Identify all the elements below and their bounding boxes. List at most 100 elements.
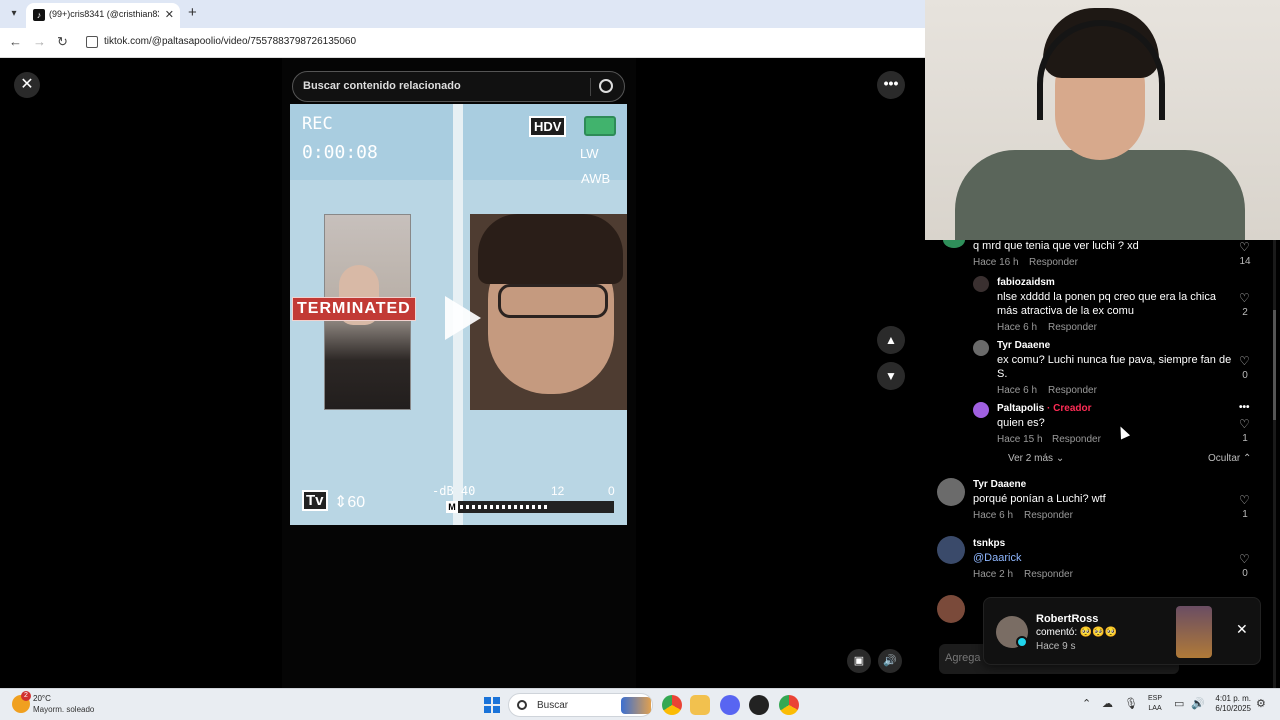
floating-player-icon[interactable]: ▣ [847,649,871,673]
comment-text: quien es? [997,417,1045,429]
add-comment-placeholder: Agrega [945,652,981,664]
taskbar-search-label: Buscar [537,700,569,711]
taskbar-search[interactable]: Buscar [508,693,653,717]
weather-temp[interactable]: 20°C [33,694,51,703]
avatar[interactable] [973,402,989,418]
heart-icon[interactable]: ♡ [1239,292,1251,304]
avatar[interactable] [937,595,965,623]
comment-notification[interactable]: RobertRoss comentó: 🥺🥺🥺 Hace 9 s ✕ [983,597,1261,665]
onedrive-icon[interactable]: ☁ [1102,697,1113,710]
forward-arrow-icon[interactable]: → [33,34,46,49]
comment-mention[interactable]: @Daarick [973,551,1021,565]
avatar[interactable] [973,340,989,356]
network-icon[interactable]: ▭ [1174,697,1184,710]
reload-icon[interactable]: ↻ [57,34,68,50]
meter-m-label: M [446,501,458,513]
db-label: -dB 40 [432,484,476,498]
obs-icon[interactable] [749,695,769,715]
chrome-icon[interactable] [662,695,682,715]
avatar[interactable] [937,478,965,506]
like-count: 2 [1242,307,1248,318]
iso-arrows-icon: ⇕ [334,494,348,511]
notification-author: RobertRoss [1036,613,1099,625]
video-frame[interactable]: REC 0:00:08 HDV LW AWB TERMINATED Tv ⇕60… [290,104,627,525]
reply-button[interactable]: Responder [1048,385,1097,396]
back-arrow-icon[interactable]: ← [9,34,22,49]
url-text[interactable]: tiktok.com/@paltasapoolio/video/75578837… [104,36,356,47]
meter-end-label: 0 [608,484,615,498]
volume-icon[interactable]: 🔊 [878,649,902,673]
search-divider [590,78,591,96]
notification-time: Hace 9 s [1036,641,1076,652]
tab-list-chevron-icon[interactable]: ▾ [6,6,22,22]
avatar[interactable] [937,536,965,564]
clock[interactable]: 4:01 p. m. 6/10/2025 [1211,694,1251,714]
comment-author[interactable]: fabiozaidsm [997,277,1055,288]
language-bottom: LAA [1148,705,1162,712]
right-photo [470,214,627,410]
comment-author[interactable]: Paltapolis [997,403,1044,414]
comment-time: Hace 6 h [997,385,1038,396]
comment-text: porqué ponían a Luchi? wtf [973,493,1106,505]
discord-icon[interactable] [720,695,740,715]
tray-chevron-up-icon[interactable]: ⌃ [1082,697,1091,710]
comment-text: q mrd que tenia que ver luchi ? xd [973,240,1139,252]
speaker-icon[interactable]: 🔊 [1191,697,1205,710]
language-indicator[interactable]: ESP LAA [1148,694,1162,714]
comment-more-icon[interactable]: ••• [1239,402,1251,414]
terminated-stamp: TERMINATED [292,297,416,321]
search-icon[interactable] [599,79,613,93]
search-highlight-image [621,697,651,714]
close-viewer-icon[interactable]: ✕ [14,72,40,98]
chevron-down-icon[interactable]: ▼ [877,362,905,390]
hide-replies[interactable]: Ocultar ⌃ [1208,453,1251,464]
microphone-icon[interactable]: 🎙 [1124,697,1138,710]
heart-icon[interactable]: ♡ [1239,355,1251,367]
search-icon [517,700,527,710]
view-more-replies[interactable]: Ver 2 más ⌄ [1008,453,1064,464]
rec-label: REC [302,114,333,134]
close-icon[interactable]: ✕ [1236,621,1248,638]
windows-start-icon[interactable] [484,697,500,713]
tab-close-icon[interactable]: ✕ [165,8,174,21]
reply-button[interactable]: Responder [1024,569,1073,580]
timecode: 0:00:08 [302,142,378,163]
avatar[interactable] [943,240,965,248]
iso-number: 60 [347,494,366,511]
comment-author[interactable]: Tyr Daaene [973,479,1026,490]
reply-button[interactable]: Responder [1048,322,1097,333]
awb-label: AWB [581,171,611,186]
site-info-icon[interactable] [86,36,98,48]
weather-desc[interactable]: Mayorm. soleado [33,705,94,714]
heart-icon[interactable]: ♡ [1239,494,1251,506]
avatar[interactable] [973,276,989,292]
browser-tab[interactable]: ♪ (99+)cris8341 (@cristhian8341 ✕ [26,3,180,28]
heart-icon[interactable]: ♡ [1239,418,1251,430]
scrollbar-track[interactable] [1273,240,1276,688]
reply-button[interactable]: Responder [1052,434,1101,445]
notification-thumbnail [1176,606,1212,658]
view-more-label: Ver 2 más [1008,453,1054,464]
chevron-up-icon[interactable]: ▲ [877,326,905,354]
related-search-box[interactable]: Buscar contenido relacionado [292,71,625,102]
chrome-profile-icon[interactable] [779,695,799,715]
reply-button[interactable]: Responder [1024,510,1073,521]
tv-badge: Tv [302,490,328,511]
comment-author[interactable]: tsnkps [973,538,1005,549]
like-count: 1 [1242,433,1248,444]
new-tab-icon[interactable]: + [188,4,197,21]
reply-button[interactable]: Responder [1029,257,1078,268]
tiktok-favicon-icon: ♪ [33,9,45,21]
notifications-icon[interactable]: ⚙ [1256,697,1266,710]
clock-time: 4:01 p. m. [1215,694,1251,703]
lw-label: LW [580,146,599,161]
file-explorer-icon[interactable] [690,695,710,715]
heart-icon[interactable]: ♡ [1239,241,1251,253]
like-count: 0 [1242,568,1248,579]
more-options-icon[interactable]: ••• [877,71,905,99]
play-icon[interactable] [445,296,481,340]
heart-icon[interactable]: ♡ [1239,553,1251,565]
creator-badge: · Creador [1047,403,1092,414]
scrollbar-thumb[interactable] [1273,310,1276,420]
comment-author[interactable]: Tyr Daaene [997,340,1050,351]
